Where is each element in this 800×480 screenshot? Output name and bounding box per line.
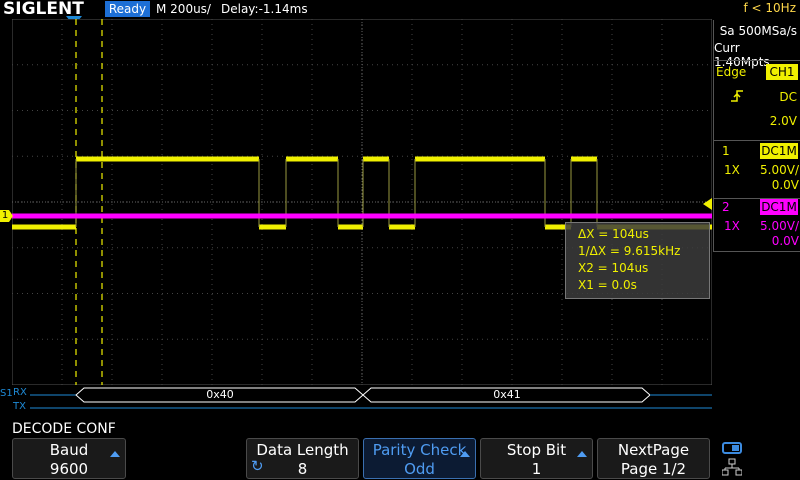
baud-softkey[interactable]: Baud 9600 bbox=[12, 438, 126, 479]
decode-packet-0[interactable]: 0x40 bbox=[190, 388, 250, 401]
chevron-up-icon bbox=[460, 451, 470, 457]
decode-s1-marker: S1 bbox=[0, 388, 13, 399]
data-length-label: Data Length bbox=[256, 441, 349, 459]
data-length-value: 8 bbox=[297, 460, 308, 478]
baud-label: Baud bbox=[49, 441, 89, 459]
next-page-value: Page 1/2 bbox=[620, 460, 687, 478]
data-length-softkey[interactable]: Data Length 8 ↻ bbox=[246, 438, 359, 479]
cursor-readout-box: ΔX = 104us 1/ΔX = 9.615kHz X2 = 104us X1… bbox=[565, 222, 710, 299]
usb-device-icon bbox=[722, 442, 742, 454]
rotary-knob-icon: ↻ bbox=[251, 457, 264, 475]
menu-title: DECODE CONF bbox=[12, 421, 116, 437]
stop-bit-label: Stop Bit bbox=[506, 441, 567, 459]
next-page-softkey[interactable]: NextPage Page 1/2 bbox=[597, 438, 710, 479]
chevron-up-icon bbox=[110, 451, 120, 457]
chevron-up-icon bbox=[577, 451, 587, 457]
parity-check-label: Parity Check bbox=[372, 441, 467, 459]
cursor-x2: X2 = 104us bbox=[578, 261, 649, 275]
channel-1-marker-label: 1 bbox=[1, 210, 9, 221]
stop-bit-value: 1 bbox=[531, 460, 542, 478]
next-page-label: NextPage bbox=[617, 441, 690, 459]
trigger-level-marker-icon[interactable] bbox=[703, 198, 712, 210]
stop-bit-softkey[interactable]: Stop Bit 1 bbox=[480, 438, 593, 479]
decode-rx-label: RX bbox=[13, 387, 27, 398]
cursor-delta-x: ΔX = 104us bbox=[578, 227, 649, 241]
decode-tx-label: TX bbox=[13, 401, 26, 412]
network-icon bbox=[721, 458, 743, 480]
baud-value: 9600 bbox=[49, 460, 89, 478]
parity-check-softkey[interactable]: Parity Check Odd bbox=[363, 438, 476, 479]
decode-rx-bus bbox=[30, 387, 712, 403]
cursor-x1: X1 = 0.0s bbox=[578, 278, 637, 292]
parity-check-value: Odd bbox=[404, 460, 435, 478]
decode-packet-1[interactable]: 0x41 bbox=[477, 388, 537, 401]
cursor-inv-delta-x: 1/ΔX = 9.615kHz bbox=[578, 244, 681, 258]
